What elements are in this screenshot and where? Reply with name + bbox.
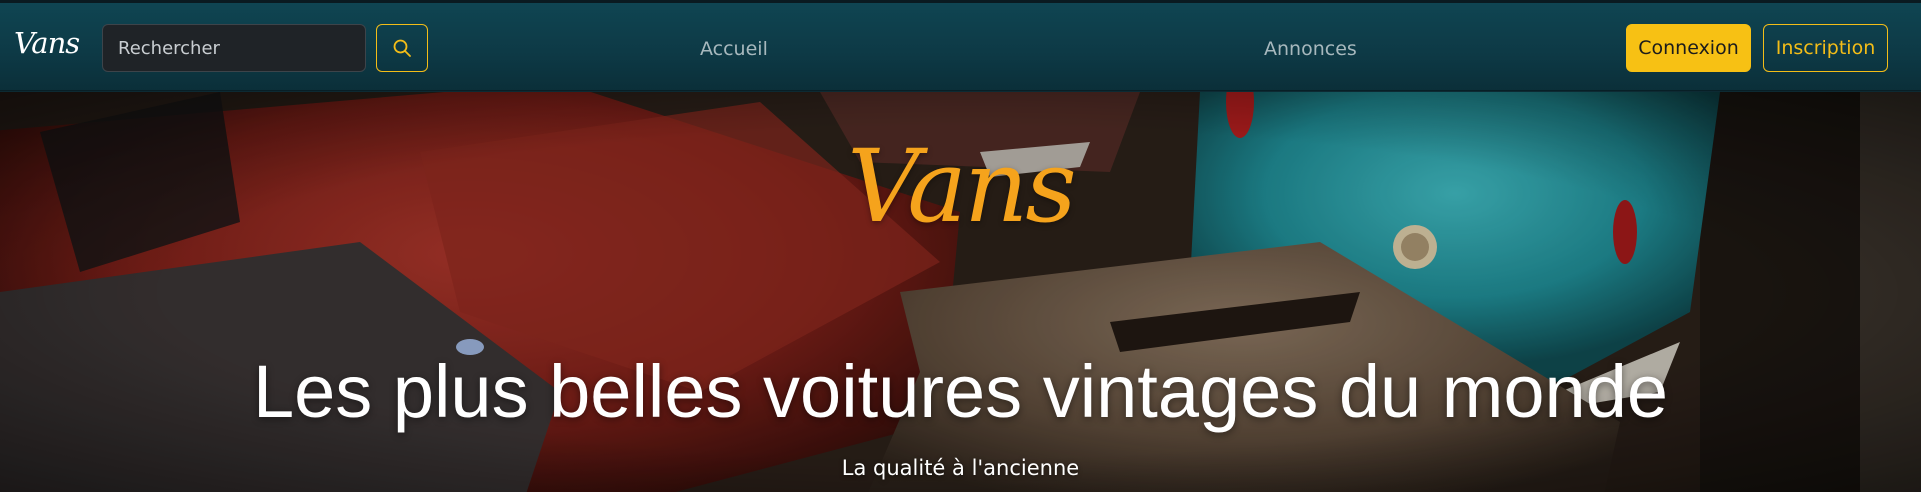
nav-link-home[interactable]: Accueil: [700, 37, 768, 61]
hero-logo: Vans: [847, 128, 1076, 245]
hero-banner: Vans Les plus belles voitures vintages d…: [0, 92, 1921, 492]
login-button[interactable]: Connexion: [1626, 24, 1751, 72]
brand-logo[interactable]: Vans: [14, 23, 86, 63]
hero-subtitle: La qualité à l'ancienne: [841, 456, 1080, 480]
navbar: Vans Accueil Annonces Connexion Inscript…: [0, 3, 1921, 91]
search-icon: [393, 39, 411, 57]
search-button[interactable]: [376, 24, 428, 72]
search-input[interactable]: [102, 24, 366, 72]
nav-link-ads[interactable]: Annonces: [1264, 37, 1357, 61]
hero-title: Les plus belles voitures vintages du mon…: [252, 350, 1669, 433]
signup-button[interactable]: Inscription: [1763, 24, 1888, 72]
